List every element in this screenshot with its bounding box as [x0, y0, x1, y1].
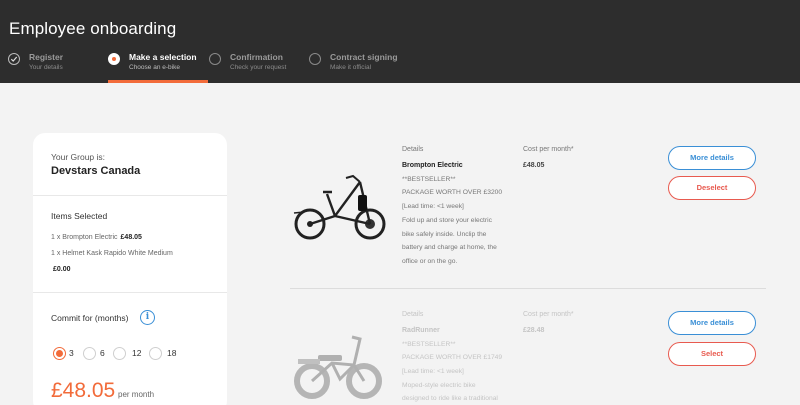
product-description-line: Fold up and store your electric	[402, 217, 492, 224]
commit-months-title: Commit for (months)	[51, 313, 129, 323]
more-details-button[interactable]: More details	[668, 311, 756, 335]
product-description-line: [Lead time: <1 week]	[402, 368, 464, 375]
product-image	[290, 168, 390, 248]
months-radio-18[interactable]	[149, 347, 162, 360]
page-title: Employee onboarding	[9, 19, 177, 38]
product-card: Details Brompton Electric **BESTSELLER**…	[290, 146, 766, 286]
deselect-button[interactable]: Deselect	[668, 176, 756, 200]
product-card: Details RadRunner **BESTSELLER** PACKAGE…	[290, 311, 766, 405]
product-description-line: [Lead time: <1 week]	[402, 203, 464, 210]
step-make-selection-name: Make a selection	[129, 52, 197, 62]
selected-item-price: £0.00	[53, 266, 71, 273]
moped-bike-icon	[294, 335, 382, 399]
step-register-sub: Your details	[29, 64, 63, 71]
items-selected-title: Items Selected	[51, 211, 108, 221]
step-register-name: Register	[29, 52, 64, 62]
months-radio-6[interactable]	[83, 347, 96, 360]
per-month-label: per month	[118, 390, 155, 399]
active-step-underline	[108, 80, 208, 83]
selected-item-price: £48.05	[120, 234, 142, 241]
active-step-icon	[108, 53, 120, 65]
product-description-line: **BESTSELLER**	[402, 176, 456, 183]
selected-item-text: 1 x Helmet Kask Rapido White Medium	[51, 250, 173, 257]
pending-step-icon	[309, 53, 321, 65]
months-radio-3[interactable]	[53, 347, 66, 360]
group-name: Devstars Canada	[51, 165, 141, 177]
product-description-line: **BESTSELLER**	[402, 341, 456, 348]
product-description-line: PACKAGE WORTH OVER £1749	[402, 354, 503, 361]
cost-per-month-value: £48.05	[523, 162, 545, 169]
product-description-line: PACKAGE WORTH OVER £3200	[402, 189, 503, 196]
product-description-line: office or on the go.	[402, 258, 458, 265]
more-details-button[interactable]: More details	[668, 146, 756, 170]
product-description-line: Moped-style electric bike	[402, 382, 476, 389]
step-confirmation-name: Confirmation	[230, 52, 283, 62]
cost-per-month-label: Cost per month*	[523, 311, 574, 318]
step-make-selection-sub: Choose an e-bike	[129, 64, 180, 71]
pending-step-icon	[209, 53, 221, 65]
folding-bike-icon	[293, 174, 386, 240]
selected-item-text: 1 x Brompton Electric	[51, 234, 118, 241]
product-description-line: bike safely inside. Unclip the	[402, 231, 487, 238]
cost-per-month-label: Cost per month*	[523, 146, 574, 153]
product-description-line: designed to ride like a traditional	[402, 395, 498, 402]
divider	[33, 195, 227, 196]
step-contract-signing-sub: Make it official	[330, 64, 372, 71]
select-button[interactable]: Select	[668, 342, 756, 366]
months-label-6: 6	[100, 348, 105, 358]
product-description-line: battery and charge at home, the	[402, 244, 497, 251]
step-confirmation-sub: Check your request	[230, 64, 287, 71]
selected-item: 1 x Helmet Kask Rapido White Medium	[51, 250, 173, 257]
details-label: Details	[402, 146, 424, 153]
info-icon[interactable]: i	[140, 310, 155, 325]
divider	[290, 288, 766, 289]
monthly-price: £48.05	[51, 379, 116, 402]
details-label: Details	[402, 311, 424, 318]
header-bar: Employee onboarding Register Your detail…	[0, 0, 800, 83]
product-name: Brompton Electric	[402, 162, 463, 169]
months-radio-12[interactable]	[113, 347, 126, 360]
cost-per-month-value: £28.48	[523, 327, 545, 334]
product-name: RadRunner	[402, 327, 440, 334]
divider	[33, 292, 227, 293]
months-label-3: 3	[69, 348, 74, 358]
months-label-18: 18	[167, 348, 177, 358]
group-label: Your Group is:	[51, 152, 106, 162]
step-contract-signing-name: Contract signing	[330, 52, 398, 62]
product-image	[290, 329, 390, 404]
selection-summary-card: Your Group is: Devstars Canada Items Sel…	[33, 133, 227, 405]
selected-item: 1 x Brompton Electric £48.05	[51, 234, 142, 241]
months-label-12: 12	[132, 348, 142, 358]
check-icon	[8, 53, 20, 65]
